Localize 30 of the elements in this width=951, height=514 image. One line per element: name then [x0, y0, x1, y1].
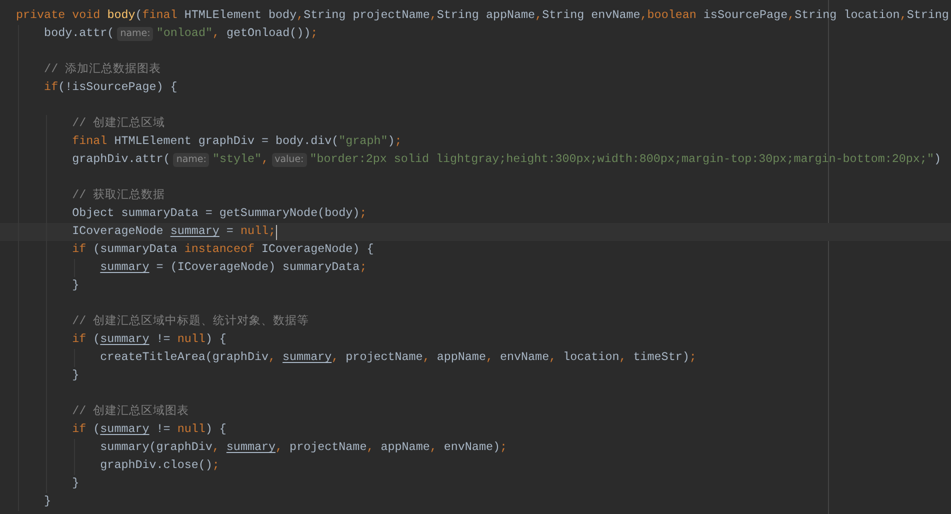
code-line: if (summaryData instanceof ICoverageNode) { — [71, 241, 374, 258]
parameter-hint: name: — [173, 153, 210, 167]
code-line: // 创建汇总区域 — [71, 115, 166, 132]
code-line: ICoverageNode summary = null; — [71, 223, 276, 240]
code-text: "border:2px solid lightgray;height:300px;width:800px;margin-top:30px;margin-bottom:20px;") — [310, 151, 941, 168]
code-text: body.attr( — [43, 25, 114, 42]
parameter-hint: name: — [117, 27, 154, 41]
code-line: final HTMLElement graphDiv = body.div("graph"); — [71, 133, 402, 150]
code-text: graphDiv.attr( — [71, 151, 170, 168]
code-line: // 添加汇总数据图表 — [43, 61, 162, 78]
text-caret — [276, 224, 278, 240]
code-line: summary = (ICoverageNode) summaryData; — [99, 259, 367, 276]
parameter-hint: value: — [272, 153, 307, 167]
code-line: private void body(final HTMLElement body,String projectName,String appName,String envName,boolean isSourcePage,String location,String — [16, 7, 949, 24]
code-line: graphDiv.close(); — [99, 457, 220, 474]
code-line: if (summary != null) { — [71, 421, 226, 438]
code-line: } — [71, 277, 80, 294]
code-line: } — [43, 493, 52, 510]
code-text: "style", — [212, 151, 269, 168]
code-line: // 创建汇总区域图表 — [71, 403, 190, 420]
code-line: // 创建汇总区域中标题、统计对象、数据等 — [71, 313, 310, 330]
code-text: "onload", getOnload()); — [156, 25, 318, 42]
code-line: } — [71, 475, 80, 492]
code-line: summary(graphDiv, summary, projectName, appName, envName); — [99, 439, 507, 456]
code-line: if(!isSourcePage) { — [43, 79, 178, 96]
code-line: Object summaryData = getSummaryNode(body); — [71, 205, 367, 222]
code-line: } — [71, 367, 80, 384]
code-line: if (summary != null) { — [71, 331, 226, 348]
code-line: createTitleArea(graphDiv, summary, projectName, appName, envName, location, timeStr); — [99, 349, 696, 366]
code-line: // 获取汇总数据 — [71, 187, 166, 204]
